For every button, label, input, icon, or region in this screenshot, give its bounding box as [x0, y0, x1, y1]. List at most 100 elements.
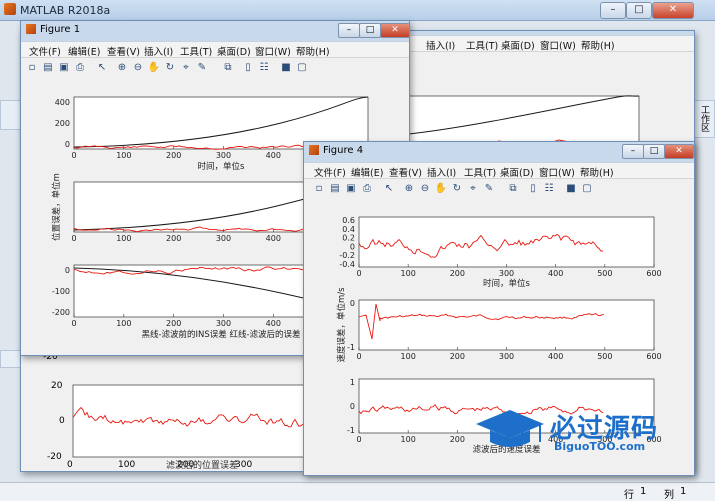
fig1-ytick-label: -200	[52, 308, 70, 317]
fig4-ytick-label: -0.2	[339, 251, 355, 260]
fig1-ytick-label: 0	[65, 140, 70, 149]
hide-tools-icon[interactable]: ■	[279, 61, 293, 75]
close-button[interactable]: ✕	[652, 2, 694, 19]
maximize-button[interactable]: □	[626, 2, 652, 19]
fig4-ytick-label: -1	[347, 343, 355, 352]
fig1-ytick-label: 0	[65, 266, 70, 275]
print-icon[interactable]: ⎙	[73, 61, 87, 75]
colorbar-icon[interactable]: ▯	[526, 182, 540, 196]
hide-tools-icon[interactable]: ■	[564, 182, 578, 196]
figure1-title: Figure 1	[40, 24, 81, 35]
menu-insert[interactable]: 插入(I)	[144, 44, 173, 58]
fig4-xlabel-1: 时间，单位s	[483, 278, 531, 289]
pan-icon[interactable]: ✋	[147, 61, 161, 75]
dock-icon[interactable]: ▢	[295, 61, 309, 75]
link-plot-icon[interactable]: ⧉	[506, 182, 520, 196]
menu-window[interactable]: 窗口(W)	[255, 44, 291, 58]
legend-icon[interactable]: ☷	[257, 61, 271, 75]
fig1-xtick-label: 400	[266, 151, 281, 160]
open-folder-icon[interactable]: ▤	[328, 182, 342, 196]
fig4-ylabel-2: 速度误差，单位m/s	[336, 287, 347, 363]
menu-desktop[interactable]: 桌面(D)	[500, 165, 534, 179]
workspace-tab-label: 工作区	[699, 105, 709, 132]
menu-tools[interactable]: 工具(T)	[180, 44, 212, 58]
legend-icon[interactable]: ☷	[542, 182, 556, 196]
brush-icon[interactable]: ✎	[482, 182, 496, 196]
new-file-icon[interactable]: ▫	[25, 61, 39, 75]
menu-edit[interactable]: 编辑(E)	[68, 44, 100, 58]
menu-view[interactable]: 查看(V)	[389, 165, 422, 179]
figure4-titlebar: Figure 4 – □ ✕	[304, 142, 694, 160]
open-folder-icon[interactable]: ▤	[41, 61, 55, 75]
fig1-xtick-label: 100	[116, 234, 131, 243]
minimize-button[interactable]: –	[600, 2, 626, 19]
rotate-icon[interactable]: ↻	[450, 182, 464, 196]
menu-help[interactable]: 帮助(H)	[581, 38, 615, 52]
zoom-out-icon[interactable]: ⊖	[418, 182, 432, 196]
colorbar-icon[interactable]: ▯	[241, 61, 255, 75]
menu-desktop[interactable]: 桌面(D)	[501, 38, 535, 52]
menu-insert[interactable]: 插入(I)	[427, 165, 456, 179]
data-cursor-icon[interactable]: ⌖	[466, 182, 480, 196]
menu-help[interactable]: 帮助(H)	[296, 44, 330, 58]
figure1-close-button[interactable]: ✕	[380, 23, 410, 38]
pointer-icon[interactable]: ↖	[95, 61, 109, 75]
print-icon[interactable]: ⎙	[360, 182, 374, 196]
fig4-xtick-label: 100	[401, 435, 416, 444]
fig4-xtick-label: 0	[356, 435, 361, 444]
figure-logo-icon	[26, 24, 36, 34]
brush-icon[interactable]: ✎	[195, 61, 209, 75]
fig4-ytick-label: 1	[350, 378, 355, 387]
menu-window[interactable]: 窗口(W)	[539, 165, 575, 179]
save-icon[interactable]: ▣	[344, 182, 358, 196]
details-tab[interactable]	[0, 350, 22, 368]
figure4-maximize-button[interactable]: □	[643, 144, 665, 159]
menu-tools[interactable]: 工具(T)	[464, 165, 496, 179]
menu-window[interactable]: 窗口(W)	[540, 38, 576, 52]
fig4-xtick-label: 500	[597, 269, 612, 278]
figure4-close-button[interactable]: ✕	[664, 144, 694, 159]
status-col-label: 列	[664, 490, 674, 501]
behind-lower-xlabel: 滤波后的位置误差	[166, 461, 239, 471]
fig4-ytick-label: -0.4	[339, 260, 355, 269]
fig4-ytick-label: 0	[350, 402, 355, 411]
matlab-logo-icon	[4, 3, 16, 15]
fig4-xtick-label: 400	[548, 269, 563, 278]
figure4-minimize-button[interactable]: –	[622, 144, 644, 159]
menu-insert[interactable]: 插入(I)	[426, 38, 455, 52]
fig1-xtick-label: 300	[216, 319, 231, 328]
menu-file[interactable]: 文件(F)	[29, 44, 61, 58]
figure1-menubar: 文件(F) 编辑(E) 查看(V) 插入(I) 工具(T) 桌面(D) 窗口(W…	[21, 41, 409, 58]
fig1-ytick-label: -100	[52, 287, 70, 296]
rotate-icon[interactable]: ↻	[163, 61, 177, 75]
zoom-in-icon[interactable]: ⊕	[115, 61, 129, 75]
current-folder-tab[interactable]	[0, 100, 22, 130]
fig1-xtick-label: 100	[116, 151, 131, 160]
watermark: 必过源码 BiguoTOO.com	[474, 406, 674, 458]
fig4-ytick-label: 0.4	[342, 225, 355, 234]
workspace-tab[interactable]: 工作区	[693, 100, 715, 138]
fig1-xtick-label: 200	[166, 234, 181, 243]
figure1-maximize-button[interactable]: □	[359, 23, 381, 38]
menu-view[interactable]: 查看(V)	[107, 44, 140, 58]
save-icon[interactable]: ▣	[57, 61, 71, 75]
menu-tools[interactable]: 工具(T)	[466, 38, 498, 52]
figure1-minimize-button[interactable]: –	[338, 23, 360, 38]
dock-icon[interactable]: ▢	[580, 182, 594, 196]
fig1-xlabel-1: 时间，单位s	[198, 161, 246, 172]
zoom-out-icon[interactable]: ⊖	[131, 61, 145, 75]
pointer-icon[interactable]: ↖	[382, 182, 396, 196]
fig4-ytick-label: 0.2	[342, 234, 355, 243]
data-cursor-icon[interactable]: ⌖	[179, 61, 193, 75]
zoom-in-icon[interactable]: ⊕	[402, 182, 416, 196]
menu-edit[interactable]: 编辑(E)	[351, 165, 383, 179]
link-plot-icon[interactable]: ⧉	[221, 61, 235, 75]
fig4-xtick-label: 100	[401, 352, 416, 361]
menu-file[interactable]: 文件(F)	[314, 165, 346, 179]
status-bar: 行 1 列 1	[0, 482, 715, 501]
pan-icon[interactable]: ✋	[434, 182, 448, 196]
new-file-icon[interactable]: ▫	[312, 182, 326, 196]
menu-help[interactable]: 帮助(H)	[580, 165, 614, 179]
fig4-xtick-label: 400	[548, 352, 563, 361]
menu-desktop[interactable]: 桌面(D)	[217, 44, 251, 58]
